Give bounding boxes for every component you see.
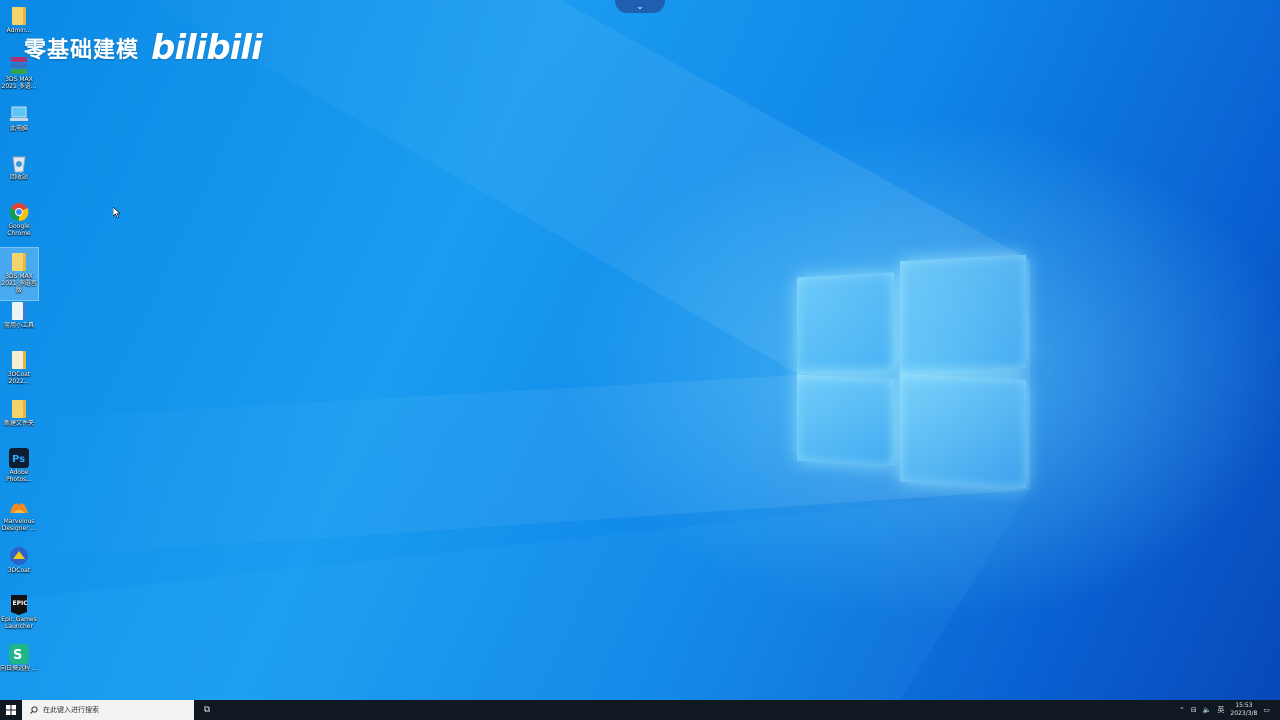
desktop-icon-label: Google Chrome xyxy=(7,223,31,237)
desktop-icon-label: Marvelous Designer ... xyxy=(1,518,37,532)
sunlogin-icon: S xyxy=(8,643,30,665)
clock-time: 15:53 xyxy=(1235,702,1253,709)
desktop-icon-3dcoat-2022[interactable]: 3DCoat 2022... xyxy=(0,346,38,392)
desktop-icon-photoshop[interactable]: Ps Adobe Photos... xyxy=(0,444,38,490)
desktop-icon-admin[interactable]: Admin... xyxy=(0,2,38,48)
taskbar-clock[interactable]: 15:53 2023/3/8 xyxy=(1230,702,1257,718)
taskbar-search-box[interactable]: 在此键入进行搜索 xyxy=(22,700,194,720)
watermark-channel-text: 零基础建模 xyxy=(24,38,140,63)
taskbar: 在此键入进行搜索 ⧉ ⌃ ⊟ 🔈 英 15:53 2023/3/8 ▭ xyxy=(0,700,1280,720)
desktop-icon-label: 向日葵远程 ... xyxy=(0,665,38,672)
desktop-icon-label: 3DCoat 2022... xyxy=(7,371,31,385)
windows-start-icon xyxy=(6,705,16,715)
desktop-icon-label: 新建文件夹 xyxy=(3,420,34,427)
network-icon[interactable]: ⊟ xyxy=(1191,706,1197,714)
folder-icon xyxy=(8,251,30,273)
bilibili-logo: bilibili xyxy=(151,28,263,68)
file-icon xyxy=(8,300,30,322)
marvelous-designer-icon xyxy=(8,496,30,518)
desktop-icon-label: Epic Games Launcher xyxy=(1,616,37,630)
desktop-icon-chrome[interactable]: Google Chrome xyxy=(0,198,38,244)
desktop-icon-label: 回收站 xyxy=(9,174,28,181)
desktop-icon-new-folder[interactable]: 新建文件夹 xyxy=(0,395,38,441)
desktop-icon-3dsmax-folder[interactable]: 3DS MAX 2021 多语言版 xyxy=(0,247,39,301)
desktop-icon-label: 3DCoat xyxy=(7,567,31,574)
computer-icon xyxy=(8,103,30,125)
search-placeholder: 在此键入进行搜索 xyxy=(43,706,99,714)
show-hidden-icons-chevron-icon[interactable]: ⌃ xyxy=(1179,706,1185,714)
desktop-icon-tools[interactable]: 常用小工具 xyxy=(0,297,38,343)
desktop-icon-sunlogin[interactable]: S 向日葵远程 ... xyxy=(0,640,38,686)
desktop-icon-label: Admin... xyxy=(6,27,32,34)
epic-games-icon: EPIC xyxy=(8,594,30,616)
mouse-cursor-icon xyxy=(113,207,121,218)
desktop[interactable]: 零基础建模 bilibili ⌄ Admin... 3DS MAX 2021 多… xyxy=(0,0,1280,700)
system-tray: ⌃ ⊟ 🔈 英 15:53 2023/3/8 ▭ xyxy=(1179,700,1280,720)
desktop-icon-3dcoat[interactable]: 3DCoat xyxy=(0,542,38,588)
input-method-indicator[interactable]: 英 xyxy=(1217,705,1224,715)
user-folder-icon xyxy=(8,5,30,27)
photoshop-icon: Ps xyxy=(8,447,30,469)
video-watermark: 零基础建模 bilibili xyxy=(24,28,263,68)
desktop-icon-recycle-bin[interactable]: 回收站 xyxy=(0,149,38,195)
start-button[interactable] xyxy=(0,700,22,720)
desktop-icon-3dsmax-archive[interactable]: 3DS MAX 2021 多语... xyxy=(0,51,38,97)
desktop-icon-marvelous-designer[interactable]: Marvelous Designer ... xyxy=(0,493,38,539)
desktop-icon-label: 常用小工具 xyxy=(3,322,34,329)
svg-text:S: S xyxy=(13,648,22,663)
3dcoat-icon xyxy=(8,545,30,567)
svg-text:EPIC: EPIC xyxy=(13,600,29,607)
winrar-icon xyxy=(8,54,30,76)
chrome-icon xyxy=(8,201,30,223)
desktop-icon-label: Adobe Photos... xyxy=(6,469,32,483)
search-icon xyxy=(30,706,38,714)
light-beam-decoration xyxy=(0,0,1030,700)
desktop-icon-label: 3DS MAX 2021 多语言版 xyxy=(1,273,37,294)
desktop-icon-label: 此电脑 xyxy=(9,125,28,132)
volume-icon[interactable]: 🔈 xyxy=(1203,706,1212,714)
remote-toolbar-toggle[interactable]: ⌄ xyxy=(615,0,665,13)
task-view-icon: ⧉ xyxy=(203,705,211,715)
desktop-icon-epic-games[interactable]: EPIC Epic Games Launcher xyxy=(0,591,38,637)
clock-date: 2023/3/8 xyxy=(1230,710,1258,717)
desktop-icon-label: 3DS MAX 2021 多语... xyxy=(1,76,37,90)
desktop-icon-this-pc[interactable]: 此电脑 xyxy=(0,100,38,146)
file-icon xyxy=(8,349,30,371)
svg-text:Ps: Ps xyxy=(12,454,25,465)
task-view-button[interactable]: ⧉ xyxy=(194,700,220,720)
recycle-bin-icon xyxy=(8,152,30,174)
notification-center-icon[interactable]: ▭ xyxy=(1263,706,1270,714)
folder-icon xyxy=(8,398,30,420)
chevron-down-icon: ⌄ xyxy=(636,1,644,12)
